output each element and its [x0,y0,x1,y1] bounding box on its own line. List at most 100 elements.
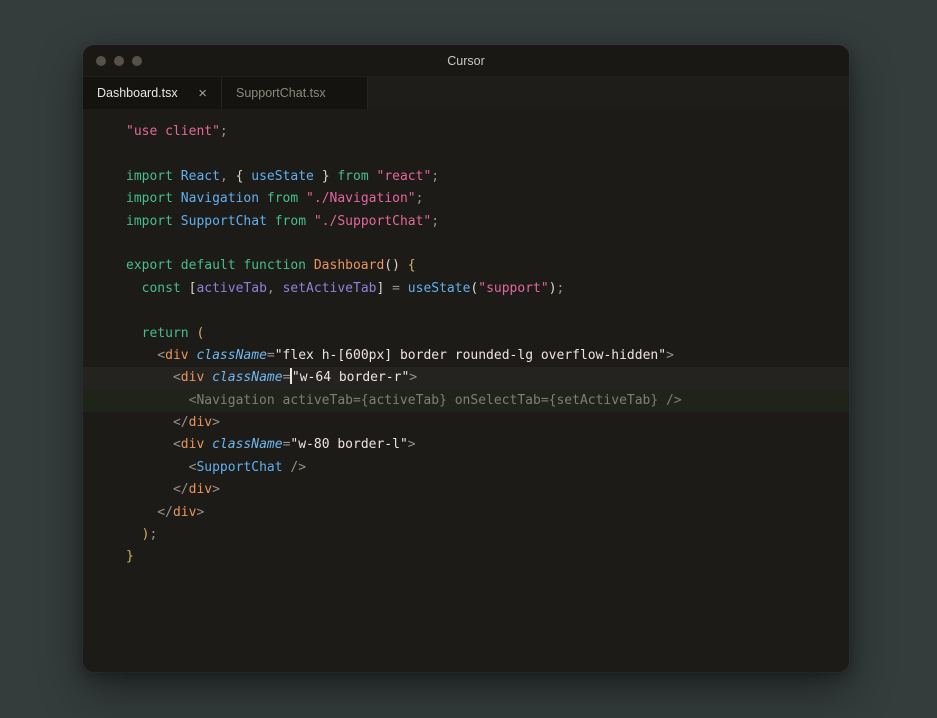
code-token-jstr: "w-64 border-r" [292,370,409,385]
code-line[interactable]: import Navigation from "./Navigation"; [83,188,849,210]
code-token-kw: import [126,214,181,229]
code-token-punc: , [220,169,236,184]
maximize-button[interactable] [132,56,142,66]
code-token-attr: className [212,437,282,452]
code-token-jstr: "w-80 border-l" [290,437,407,452]
code-token-punc: > [196,505,204,520]
code-token-punc: < [126,460,196,475]
code-line[interactable]: </div> [83,479,849,501]
code-token-wht: () [384,258,400,273]
code-token-tag: div [181,370,204,385]
code-token-punc: , [267,281,283,296]
code-line[interactable]: <Navigation activeTab={activeTab} onSele… [83,390,849,412]
code-token-kw: from [259,191,306,206]
desktop: { "window": { "title": "Cursor" }, "traf… [0,0,937,718]
code-token-kw: import [126,191,181,206]
code-editor[interactable]: "use client";import React, { useState } … [83,109,849,672]
code-token-id: Navigation [181,191,259,206]
code-token-punc: /> [283,460,306,475]
code-token-tag: div [189,415,212,430]
code-token-brk: { [400,258,416,273]
code-token-id: SupportChat [181,214,267,229]
code-token-punc: ; [431,169,439,184]
code-token-kw: return [126,326,196,341]
code-token-kw: import [126,169,181,184]
code-line[interactable]: <SupportChat /> [83,457,849,479]
code-line[interactable]: <div className="flex h-[600px] border ro… [83,345,849,367]
code-token-tag: div [173,505,196,520]
code-token-brk: ( [196,326,204,341]
code-line[interactable]: </div> [83,412,849,434]
code-line[interactable]: const [activeTab, setActiveTab] = useSta… [83,278,849,300]
code-line[interactable] [83,143,849,165]
code-token-punc: ; [220,124,228,139]
window-title: Cursor [83,54,849,68]
code-token-str: "./SupportChat" [314,214,431,229]
code-line[interactable]: </div> [83,502,849,524]
code-token-punc: > [409,370,417,385]
code-line[interactable]: import React, { useState } from "react"; [83,166,849,188]
code-line[interactable] [83,233,849,255]
code-token-punc [204,437,212,452]
code-token-attr: className [196,348,266,363]
code-token-kw: from [337,169,376,184]
code-token-str: "./Navigation" [306,191,416,206]
code-line[interactable]: "use client"; [83,121,849,143]
code-token-punc: </ [126,505,173,520]
code-token-punc: ; [557,281,565,296]
code-line[interactable]: <div className="w-80 border-l"> [83,434,849,456]
tab-dashboard[interactable]: Dashboard.tsx × [83,77,222,109]
code-token-tag: div [181,437,204,452]
code-token-punc: > [212,482,220,497]
code-token-attr: className [212,370,282,385]
code-line[interactable]: export default function Dashboard() { [83,255,849,277]
code-line[interactable]: } [83,546,849,568]
code-token-punc: ; [149,527,157,542]
code-line[interactable]: import SupportChat from "./SupportChat"; [83,211,849,233]
code-token-kw: const [126,281,189,296]
code-token-brk: } [126,549,134,564]
code-token-id: React [181,169,220,184]
code-token-punc: </ [126,415,189,430]
code-token-wht: { [236,169,252,184]
traffic-lights [96,56,142,66]
code-token-comp: SupportChat [196,460,282,475]
close-tab-icon[interactable]: × [198,86,207,101]
code-lines: "use client";import React, { useState } … [83,121,849,569]
code-token-punc: < [126,348,165,363]
code-token-punc: = [267,348,275,363]
code-token-ghost: <Navigation activeTab={activeTab} onSele… [126,393,682,408]
title-bar: Cursor [83,45,849,77]
tab-supportchat[interactable]: SupportChat.tsx [222,77,368,109]
code-token-wht: ) [549,281,557,296]
code-token-str: "use client" [126,124,220,139]
code-token-punc: = [384,281,407,296]
code-token-punc: > [212,415,220,430]
code-token-kw: export default function [126,258,314,273]
code-token-wht: } [314,169,337,184]
code-token-jstr: "flex h-[600px] border rounded-lg overfl… [275,348,666,363]
code-token-punc: < [126,370,181,385]
code-token-id: useState [408,281,471,296]
code-token-id: useState [251,169,314,184]
tab-dashboard-label: Dashboard.tsx [97,86,178,100]
code-line[interactable]: <div className="w-64 border-r"> [83,367,849,389]
code-token-punc [204,370,212,385]
code-token-punc: = [283,370,291,385]
app-window: Cursor Dashboard.tsx × SupportChat.tsx "… [83,45,849,672]
code-token-punc: ; [431,214,439,229]
code-line[interactable]: return ( [83,323,849,345]
code-token-tag: div [189,482,212,497]
close-button[interactable] [96,56,106,66]
tab-bar: Dashboard.tsx × SupportChat.tsx [83,77,849,109]
code-token-str: "react" [377,169,432,184]
minimize-button[interactable] [114,56,124,66]
code-line[interactable] [83,300,849,322]
code-line[interactable]: ); [83,524,849,546]
code-token-punc: < [126,437,181,452]
code-token-var: activeTab [196,281,266,296]
code-token-var: setActiveTab [283,281,377,296]
code-token-punc: > [408,437,416,452]
code-token-punc: </ [126,482,189,497]
code-token-punc: > [666,348,674,363]
